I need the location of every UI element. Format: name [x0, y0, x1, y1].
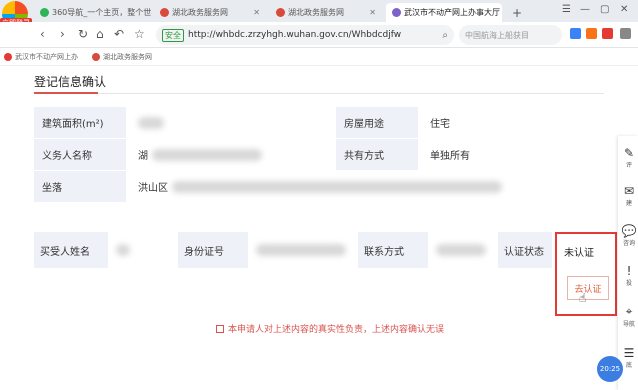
address-toolbar: ‹ › ↻ ⌂ ↶ ☆ 安全 http://whbdc.zrzyhgh.wuha…: [0, 22, 638, 48]
redacted-value: [256, 244, 346, 256]
bookmark-label: 武汉市不动产网上办: [15, 52, 78, 61]
field-label: 房屋用途: [336, 107, 418, 138]
status-label: 认证状态: [498, 232, 552, 268]
tab-360-nav[interactable]: 360导航_一个主页，整个世界 ✕: [34, 3, 152, 22]
search-input[interactable]: 中国航海上船获目: [459, 25, 562, 45]
field-value-text: 湖: [138, 151, 148, 162]
redacted-value: [172, 180, 502, 193]
redacted-value: [436, 244, 486, 256]
buyer-row: 买受人姓名 身份证号 联系方式 认证状态: [34, 232, 604, 268]
tab-label: 湖北政务服务网: [172, 8, 228, 17]
field-value: [126, 107, 336, 138]
field-label: 坐落: [34, 171, 126, 202]
more-icon[interactable]: [620, 28, 631, 39]
close-tab-icon[interactable]: ✕: [253, 8, 260, 17]
new-tab-button[interactable]: +: [506, 3, 522, 22]
close-tab-icon[interactable]: ✕: [369, 8, 376, 17]
secure-badge: 安全: [162, 28, 184, 42]
rail-suggest-icon[interactable]: ✉ 建: [620, 184, 638, 207]
search-icon[interactable]: ⌕: [442, 30, 448, 41]
page-title: 登记信息确认: [34, 75, 107, 89]
redacted-value: [152, 148, 262, 161]
verify-button[interactable]: 去认证: [567, 276, 609, 300]
divider: [34, 93, 604, 94]
tab-label: 360导航_一个主页，整个世界: [52, 8, 152, 17]
game-icon[interactable]: [602, 28, 613, 39]
field-value: 湖: [126, 139, 336, 170]
menu-icon[interactable]: ☰: [562, 4, 571, 15]
home-icon[interactable]: ⌂: [96, 27, 104, 41]
reload-icon[interactable]: ↻: [78, 27, 88, 41]
buyer-name-value: [108, 232, 178, 268]
contact-value: [428, 232, 498, 268]
rail-review-icon[interactable]: ✎ 评: [620, 146, 638, 169]
rail-navigation-icon[interactable]: ⌖ 导航: [620, 304, 638, 328]
field-value-text: 洪山区: [138, 183, 168, 194]
tab-favicon-icon: [276, 8, 285, 17]
tab-favicon-icon: [392, 8, 401, 17]
forward-icon[interactable]: ›: [60, 27, 65, 41]
field-label: 建筑面积(m²): [34, 107, 126, 138]
field-label: 共有方式: [336, 139, 418, 170]
star-icon[interactable]: ☆: [134, 27, 145, 41]
redacted-value: [116, 244, 130, 256]
field-value: 单独所有: [418, 139, 604, 170]
side-rail: ✎ 评 ✉ 建 💬 咨询 ! 投 ⌖ 导航 ☰ 底: [618, 136, 638, 390]
redacted-value: [138, 116, 164, 129]
info-table: 建筑面积(m²) 房屋用途 住宅 义务人名称 湖 共有方式 单独所有 坐落 洪山…: [34, 106, 604, 202]
browser-tab-strip: 立即登录 360导航_一个主页，整个世界 ✕ 湖北政务服务网 ✕ 湖北政务服务网…: [0, 0, 638, 28]
windows-icon[interactable]: [570, 28, 581, 39]
tab-label: 武汉市不动产网上办事大厅: [404, 8, 500, 17]
rail-consult-icon[interactable]: 💬 咨询: [620, 224, 638, 247]
notice-text: 本申请人对上述内容的真实性负责，上述内容确认无误: [228, 325, 445, 335]
bookmarks-bar: 武汉市不动产网上办 湖北政务服务网: [0, 48, 638, 66]
field-value: 洪山区: [126, 171, 604, 202]
tab-hubei-gov-2[interactable]: 湖北政务服务网 ✕: [270, 3, 382, 22]
field-value: 住宅: [418, 107, 604, 138]
undo-icon[interactable]: ↶: [114, 27, 124, 41]
back-icon[interactable]: ‹: [40, 27, 45, 41]
tab-label: 湖北政务服务网: [288, 8, 344, 17]
id-number-value: [248, 232, 358, 268]
hand-cursor-icon: ☝: [579, 291, 587, 305]
extension-icon[interactable]: [586, 28, 597, 39]
floating-clock-button[interactable]: 20:25: [597, 356, 623, 382]
contact-label: 联系方式: [358, 232, 428, 268]
tab-favicon-icon: [160, 8, 169, 17]
tab-wuhan-realestate[interactable]: 武汉市不动产网上办事大厅 ✕: [386, 3, 502, 22]
tab-hubei-gov-1[interactable]: 湖北政务服务网 ✕: [154, 3, 266, 22]
id-number-label: 身份证号: [178, 232, 248, 268]
tab-favicon-icon: [40, 8, 49, 17]
bookmark-label: 湖北政务服务网: [103, 52, 152, 61]
buyer-name-label: 买受人姓名: [34, 232, 108, 268]
confirm-checkbox[interactable]: [216, 324, 224, 333]
close-window-icon[interactable]: ✕: [620, 4, 628, 15]
bookmark-favicon-icon: [92, 52, 100, 61]
search-placeholder: 中国航海上船获目: [465, 30, 529, 40]
confirmation-notice[interactable]: 本申请人对上述内容的真实性负责，上述内容确认无误: [216, 322, 444, 335]
bookmark-favicon-icon: [4, 52, 12, 61]
bookmark-item[interactable]: 武汉市不动产网上办: [4, 52, 78, 62]
url-text[interactable]: http://whbdc.zrzyhgh.wuhan.gov.cn/Whbdcd…: [188, 30, 401, 40]
field-label: 义务人名称: [34, 139, 126, 170]
maximize-icon[interactable]: ▢: [600, 4, 609, 15]
status-value: 未认证: [564, 248, 594, 259]
minimize-icon[interactable]: —: [580, 4, 590, 15]
bookmark-item[interactable]: 湖北政务服务网: [92, 52, 152, 62]
title-underline: [34, 92, 98, 94]
table-row: 义务人名称 湖 共有方式 单独所有: [34, 138, 604, 170]
table-row: 建筑面积(m²) 房屋用途 住宅: [34, 106, 604, 138]
rail-complaint-icon[interactable]: ! 投: [620, 264, 638, 287]
table-row: 坐落 洪山区: [34, 170, 604, 202]
address-bar[interactable]: 安全 http://whbdc.zrzyhgh.wuhan.gov.cn/Whb…: [156, 25, 454, 45]
